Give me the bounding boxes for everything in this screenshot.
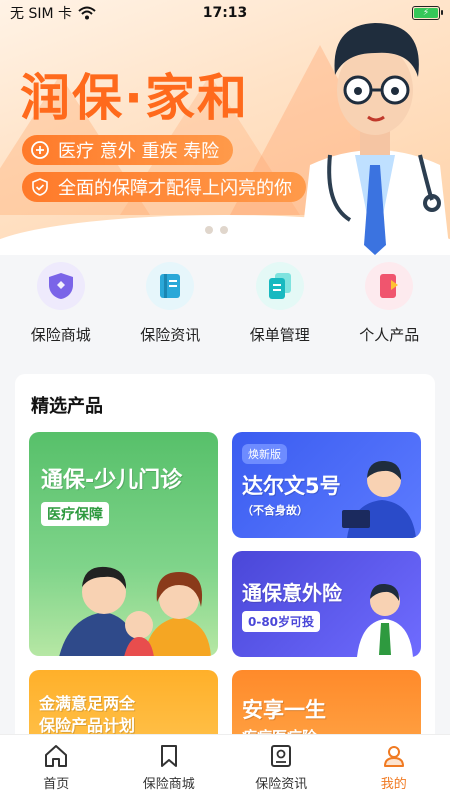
quick-nav-insurance-news[interactable]: 保险资讯 xyxy=(118,262,222,345)
tab-label: 保险资讯 xyxy=(255,777,308,792)
wifi-icon xyxy=(78,6,96,20)
product-title: 通保意外险 xyxy=(242,581,342,605)
bottom-tab-bar: 首页 保险商城 保险资讯 我的 xyxy=(0,734,450,800)
doctor-illustration xyxy=(300,23,450,255)
quick-nav: 保险商城 保险资讯 保单管理 个人产品 xyxy=(0,262,450,345)
banner-title: 润保·家和 xyxy=(20,69,249,127)
product-title: 达尔文5号 xyxy=(242,474,341,498)
tab-label: 保险商城 xyxy=(142,777,195,792)
product-title: 通保-少儿门诊 xyxy=(41,468,183,493)
carousel-dot-active[interactable] xyxy=(235,226,243,234)
product-card-kids-clinic[interactable]: 通保-少儿门诊 医疗保障 xyxy=(29,432,218,656)
quick-nav-label: 保单管理 xyxy=(249,326,310,344)
product-card-darwin-5[interactable]: 焕新版 达尔文5号 （不含身故） xyxy=(232,432,421,538)
product-card-accident[interactable]: 通保意外险 0-80岁可投 xyxy=(232,551,421,657)
tab-label: 我的 xyxy=(380,777,407,792)
product-title: 安享一生 xyxy=(242,698,326,722)
tab-home[interactable]: 首页 xyxy=(6,743,106,800)
banner-line2: 全面的保障才配得上闪亮的你 xyxy=(58,178,292,199)
product-subtitle: （不含身故） xyxy=(242,504,308,517)
battery-icon: ⚡ xyxy=(412,6,443,20)
shop-shield-icon xyxy=(36,262,85,310)
product-subtitle: 保险产品计划 xyxy=(39,716,136,735)
carousel-dot[interactable] xyxy=(205,226,213,234)
featured-products-card: 精选产品 通保-少儿门诊 医疗保障 焕新版 达尔文5号 （不含身故） 通保意外险… xyxy=(15,374,435,754)
product-badge: 焕新版 xyxy=(242,444,287,464)
bookmark-icon xyxy=(160,745,177,767)
news-book-icon xyxy=(146,262,195,310)
businessman-illustration xyxy=(342,460,416,538)
banner-line1: 医疗 意外 重疾 寿险 xyxy=(58,141,220,162)
product-tag: 医疗保障 xyxy=(41,502,109,526)
user-icon xyxy=(383,746,404,767)
tab-mine[interactable]: 我的 xyxy=(344,743,444,800)
quick-nav-personal-products[interactable]: 个人产品 xyxy=(337,262,441,345)
tab-insurance-news[interactable]: 保险资讯 xyxy=(231,743,331,800)
carousel-dot[interactable] xyxy=(220,226,228,234)
quick-nav-label: 个人产品 xyxy=(359,326,420,344)
section-title: 精选产品 xyxy=(31,396,103,417)
banner-tagline-coverage: 医疗 意外 重疾 寿险 xyxy=(22,135,234,165)
plus-shield-icon xyxy=(31,141,49,159)
status-bar: 无 SIM 卡 17:13 ⚡ xyxy=(0,0,450,26)
personal-product-icon xyxy=(365,262,414,310)
tab-insurance-mall[interactable]: 保险商城 xyxy=(119,743,219,800)
banner-carousel-dots[interactable] xyxy=(205,226,243,234)
charging-icon: ⚡ xyxy=(414,8,438,18)
quick-nav-label: 保险资讯 xyxy=(140,326,201,344)
hero-banner[interactable]: 润保·家和 医疗 意外 重疾 寿险 全面的保障才配得上闪亮的你 xyxy=(0,0,450,255)
quick-nav-insurance-mall[interactable]: 保险商城 xyxy=(9,262,113,345)
shield-check-icon xyxy=(32,178,48,196)
news-icon xyxy=(271,745,292,767)
quick-nav-label: 保险商城 xyxy=(30,326,91,344)
clock: 17:13 xyxy=(202,5,248,21)
carrier-text: 无 SIM 卡 xyxy=(10,6,72,22)
family-illustration xyxy=(59,566,211,656)
quick-nav-policy-management[interactable]: 保单管理 xyxy=(228,262,332,345)
product-title: 金满意足两全 xyxy=(39,694,136,713)
doctor-small-illustration xyxy=(357,583,413,657)
product-tag: 0-80岁可投 xyxy=(242,611,321,632)
home-icon xyxy=(45,745,68,767)
policy-docs-icon xyxy=(255,262,304,310)
banner-tagline-slogan: 全面的保障才配得上闪亮的你 xyxy=(22,172,306,202)
tab-label: 首页 xyxy=(43,777,70,792)
